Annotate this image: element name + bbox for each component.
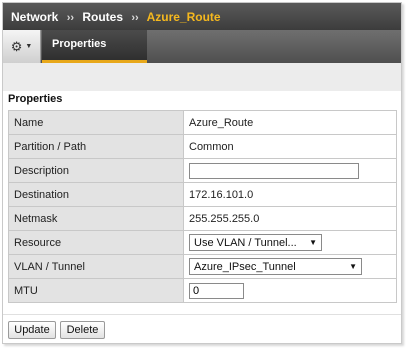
delete-button[interactable]: Delete [60, 321, 105, 339]
chevron-down-icon: ▼ [25, 43, 33, 50]
vlan-cell: Azure_IPsec_Tunnel ▼ [183, 254, 397, 279]
table-row: Name Azure_Route [8, 110, 397, 135]
update-button[interactable]: Update [8, 321, 56, 339]
resource-cell: Use VLAN / Tunnel... ▼ [183, 230, 397, 255]
table-row: Resource Use VLAN / Tunnel... ▼ [8, 230, 397, 255]
tab-bar: ⚙ ▼ Properties [3, 30, 401, 63]
description-cell [183, 158, 397, 183]
table-row: Partition / Path Common [8, 134, 397, 159]
partition-label: Partition / Path [8, 134, 184, 159]
partition-value: Common [183, 134, 397, 159]
gear-icon: ⚙ [10, 38, 23, 54]
divider [3, 314, 401, 315]
properties-table: Name Azure_Route Partition / Path Common… [8, 110, 397, 303]
section-title: Properties [8, 93, 63, 105]
table-row: Netmask 255.255.255.0 [8, 206, 397, 231]
destination-value: 172.16.101.0 [183, 182, 397, 207]
breadcrumb-separator: ›› [131, 12, 139, 24]
resource-label: Resource [8, 230, 184, 255]
netmask-value: 255.255.255.0 [183, 206, 397, 231]
breadcrumb-current: Azure_Route [146, 10, 221, 24]
table-row: Description [8, 158, 397, 183]
table-row: MTU [8, 278, 397, 303]
vlan-select-value: Azure_IPsec_Tunnel [194, 260, 296, 273]
description-label: Description [8, 158, 184, 183]
toolbar-band [3, 63, 401, 91]
breadcrumb-network[interactable]: Network [11, 10, 58, 24]
breadcrumb: Network ›› Routes ›› Azure_Route [3, 3, 401, 30]
netmask-label: Netmask [8, 206, 184, 231]
route-properties-window: Network ›› Routes ›› Azure_Route ⚙ ▼ Pro… [2, 2, 402, 344]
breadcrumb-routes[interactable]: Routes [82, 10, 123, 24]
vlan-tunnel-select[interactable]: Azure_IPsec_Tunnel ▼ [189, 258, 362, 275]
resource-select-value: Use VLAN / Tunnel... [194, 236, 297, 249]
table-row: VLAN / Tunnel Azure_IPsec_Tunnel ▼ [8, 254, 397, 279]
mtu-cell [183, 278, 397, 303]
chevron-down-icon: ▼ [309, 238, 317, 247]
vlan-label: VLAN / Tunnel [8, 254, 184, 279]
mtu-input[interactable] [189, 282, 244, 299]
description-input[interactable] [189, 162, 359, 179]
table-row: Destination 172.16.101.0 [8, 182, 397, 207]
mtu-label: MTU [8, 278, 184, 303]
name-label: Name [8, 110, 184, 135]
name-value: Azure_Route [183, 110, 397, 135]
tab-properties[interactable]: Properties [42, 30, 147, 63]
gear-menu-button[interactable]: ⚙ ▼ [3, 30, 41, 63]
destination-label: Destination [8, 182, 184, 207]
breadcrumb-separator: ›› [66, 12, 75, 24]
resource-select[interactable]: Use VLAN / Tunnel... ▼ [189, 234, 322, 251]
chevron-down-icon: ▼ [349, 262, 357, 271]
